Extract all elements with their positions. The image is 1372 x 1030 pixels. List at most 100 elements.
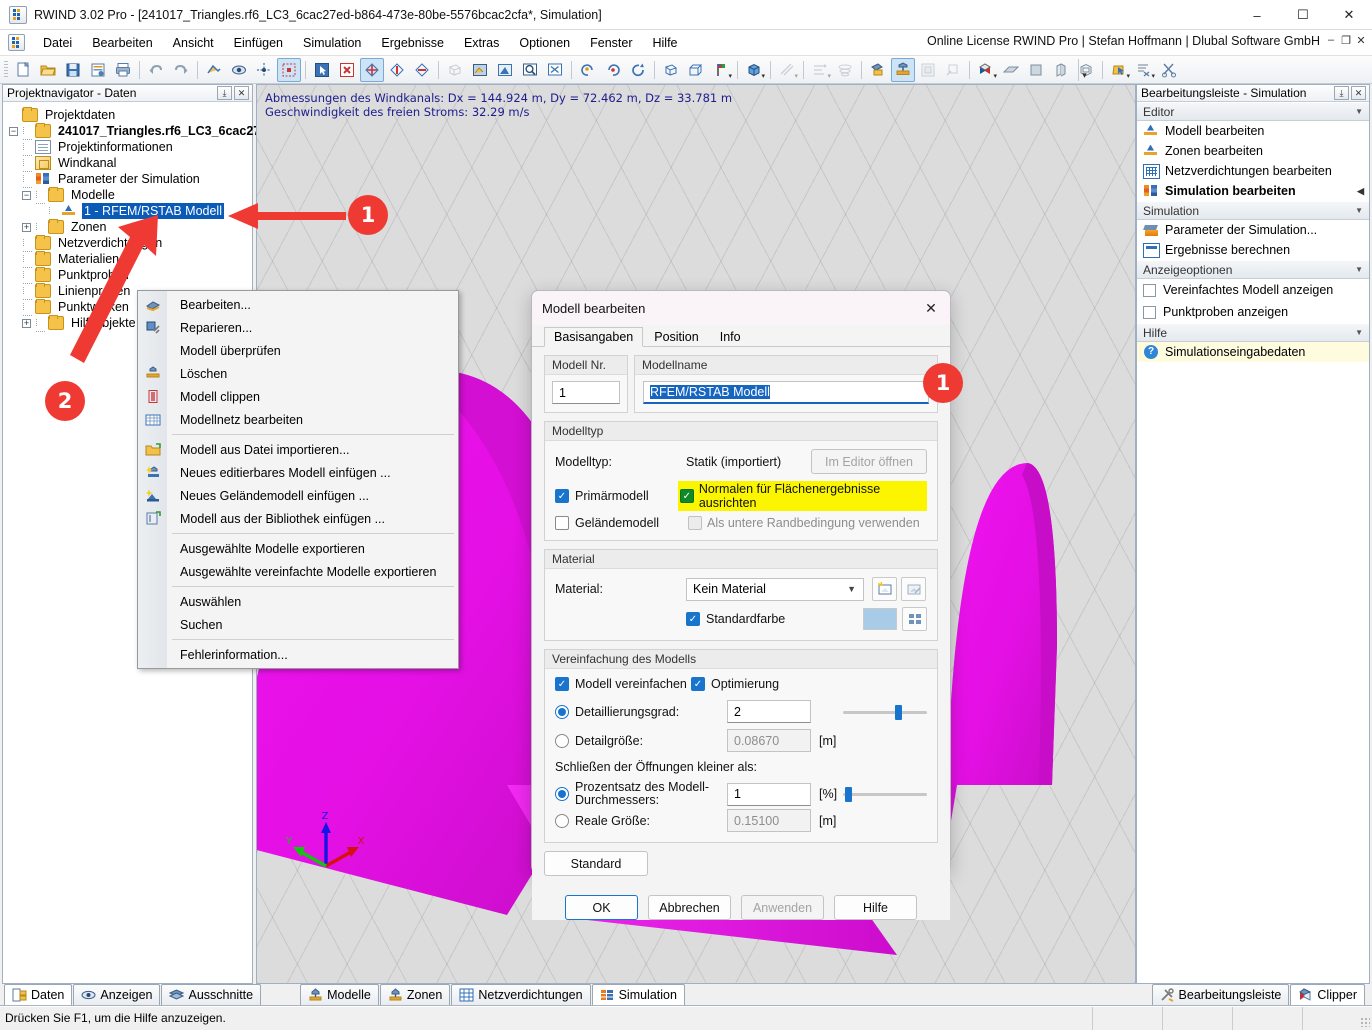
percent-diameter-input[interactable]: 1 (727, 782, 811, 806)
sidebar-item-ergebnisse-berechnen[interactable]: Ergebnisse berechnen (1137, 240, 1369, 260)
material-select[interactable]: Kein Material ▼ (686, 577, 864, 601)
pick-icon[interactable]: ▾ (1107, 58, 1131, 82)
chevron-down-icon[interactable]: ▼ (1355, 206, 1363, 215)
menu-fenster[interactable]: Fenster (580, 33, 642, 53)
select-box-icon[interactable] (277, 57, 301, 82)
visibility-icon[interactable] (227, 58, 251, 82)
model-name-input[interactable]: RFEM/RSTAB Modell (643, 381, 929, 404)
scissors-icon[interactable] (1157, 58, 1181, 82)
simplify-model-checkbox[interactable]: ✓ (555, 677, 569, 691)
align-normals-checkbox[interactable]: ✓ (679, 489, 694, 503)
bottom-tab-netzverdichtungen[interactable]: Netzverdichtungen (451, 984, 591, 1005)
solid-cube-icon[interactable]: ▾ (974, 58, 998, 82)
sidebar-item-zonen-bearbeiten[interactable]: Zonen bearbeiten (1137, 141, 1369, 161)
percent-diameter-radio[interactable] (555, 787, 569, 801)
zoom-in-icon[interactable] (385, 58, 409, 82)
prism-icon[interactable] (1049, 58, 1073, 82)
checkbox-unchecked-icon[interactable] (1143, 305, 1156, 319)
zoom-window-icon[interactable] (518, 58, 542, 82)
render-icon[interactable] (202, 58, 226, 82)
context-menu-item-ausgewaehlte-vereinfachte-modelle-exportieren[interactable]: Ausgewählte vereinfachte Modelle exporti… (138, 560, 458, 583)
mdi-close-button[interactable]: ✕ (1354, 34, 1368, 47)
sidebar-checkbox-vereinfachtes-modell[interactable]: Vereinfachtes Modell anzeigen (1137, 279, 1369, 301)
select-pointer-icon[interactable] (310, 58, 334, 82)
maximize-button[interactable]: ☐ (1280, 0, 1326, 30)
cube-view-icon[interactable]: ▾ (742, 58, 766, 82)
palette-icon[interactable] (902, 607, 927, 631)
tree-toggle-collapse-icon[interactable]: − (22, 190, 31, 200)
toolbar-grip[interactable] (4, 60, 8, 79)
navigator-close-button[interactable]: ✕ (234, 86, 249, 100)
detail-level-radio[interactable] (555, 704, 569, 719)
menu-datei[interactable]: Datei (33, 33, 82, 53)
context-menu-item-neues-gelaendemodell[interactable]: Neues Geländemodell einfügen ... (138, 484, 458, 507)
chevron-down-icon[interactable]: ▾ (993, 72, 997, 80)
wireframe-icon[interactable] (443, 58, 467, 82)
bottom-tab-zonen[interactable]: Zonen (379, 984, 451, 1005)
group-header-editor[interactable]: Editor ▼ (1137, 102, 1369, 121)
optimization-checkbox[interactable]: ✓ (691, 677, 705, 691)
tree-toggle-expand-icon[interactable]: + (22, 318, 31, 328)
undo-icon[interactable] (144, 58, 168, 82)
tab-position[interactable]: Position (644, 327, 708, 346)
sidebar-item-parameter-simulation[interactable]: Parameter der Simulation... (1137, 220, 1369, 240)
context-menu-item-reparieren[interactable]: Reparieren... (138, 316, 458, 339)
editing-bar-pin-button[interactable]: ⤓ (1334, 86, 1349, 100)
open-in-editor-button[interactable]: Im Editor öffnen (811, 449, 927, 474)
deselect-icon[interactable] (335, 58, 359, 82)
menu-ergebnisse[interactable]: Ergebnisse (371, 33, 454, 53)
context-menu-item-modell-aus-datei-importieren[interactable]: Modell aus Datei importieren... (138, 438, 458, 461)
tree-item-project-root[interactable]: − 241017_Triangles.rf6_LC3_6cac27ed (9, 123, 275, 140)
mdi-minimize-button[interactable]: – (1324, 34, 1338, 47)
menu-extras[interactable]: Extras (454, 33, 509, 53)
align-normals-row[interactable]: ✓ Normalen für Flächenergebnisse ausrich… (677, 481, 927, 511)
slider-thumb[interactable] (895, 704, 903, 720)
mdi-restore-button[interactable]: ❐ (1339, 34, 1353, 47)
cut-icon[interactable]: ▾ (1132, 58, 1156, 82)
ok-button[interactable]: OK (565, 895, 638, 920)
bottom-tab-ausschnitte[interactable]: Ausschnitte (161, 984, 262, 1005)
resize-grip[interactable] (1360, 1017, 1370, 1027)
menu-simulation[interactable]: Simulation (293, 33, 371, 53)
close-button[interactable]: ✕ (1326, 0, 1372, 30)
standard-color-checkbox[interactable]: ✓ (686, 612, 700, 626)
rwind-menu-icon[interactable] (8, 34, 25, 51)
zoom-region-icon[interactable] (360, 57, 384, 82)
bottom-tab-anzeigen[interactable]: Anzeigen (73, 984, 161, 1005)
minimize-button[interactable]: – (1234, 0, 1280, 30)
context-menu-item-modellnetz-bearbeiten[interactable]: Modellnetz bearbeiten (138, 408, 458, 431)
tree-toggle-expand-icon[interactable]: + (22, 222, 31, 232)
edit-material-icon[interactable] (901, 577, 926, 601)
tree-item-punktproben[interactable]: Punktproben (9, 267, 252, 284)
terrain-model-checkbox[interactable] (555, 516, 569, 530)
tree-item-netzverdichtungen[interactable]: Netzverdichtungen (9, 235, 252, 252)
menu-einfuegen[interactable]: Einfügen (224, 33, 293, 53)
navigator-pin-button[interactable]: ⤓ (217, 86, 232, 100)
context-menu-item-modell-ueberpruefen[interactable]: Modell überprüfen (138, 339, 458, 362)
redo-icon[interactable] (169, 58, 193, 82)
detail-level-slider[interactable] (843, 704, 927, 720)
real-size-radio[interactable] (555, 813, 569, 828)
context-menu-item-fehlerinformation[interactable]: Fehlerinformation... (138, 643, 458, 666)
model-edit-icon[interactable] (891, 57, 915, 82)
report-icon[interactable] (86, 58, 110, 82)
group-header-simulation[interactable]: Simulation ▼ (1137, 201, 1369, 220)
menu-hilfe[interactable]: Hilfe (643, 33, 688, 53)
chevron-down-icon[interactable]: ▾ (1151, 72, 1155, 80)
print-icon[interactable] (111, 58, 135, 82)
new-material-icon[interactable] (872, 577, 897, 601)
color-swatch[interactable] (863, 608, 897, 630)
chevron-down-icon[interactable]: ▼ (1355, 328, 1363, 337)
model-number-input[interactable]: 1 (552, 381, 620, 404)
perspective-icon[interactable] (493, 58, 517, 82)
sidebar-item-modell-bearbeiten[interactable]: Modell bearbeiten (1137, 121, 1369, 141)
clip-icon[interactable] (941, 58, 965, 82)
slider-thumb[interactable] (844, 787, 852, 802)
group-header-anzeigeoptionen[interactable]: Anzeigeoptionen ▼ (1137, 260, 1369, 279)
tab-basisangaben[interactable]: Basisangaben (544, 327, 644, 347)
checkbox-unchecked-icon[interactable] (1143, 283, 1156, 297)
section-icon[interactable]: ▾ (775, 58, 799, 82)
bottom-tab-bearbeitungsleiste[interactable]: Bearbeitungsleiste (1151, 984, 1290, 1005)
rotate-view-icon[interactable] (626, 58, 650, 82)
chevron-down-icon[interactable]: ▼ (1355, 265, 1363, 274)
